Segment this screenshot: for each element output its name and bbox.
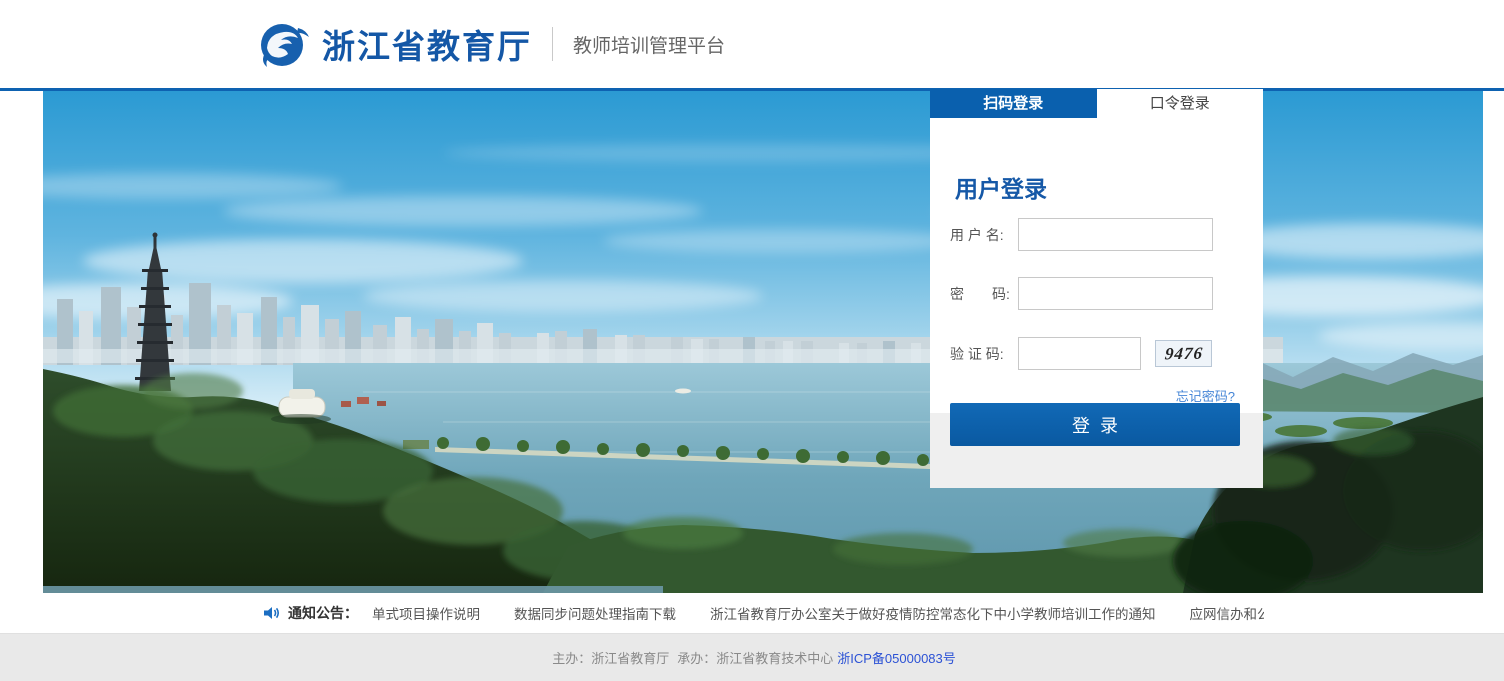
login-tabs: 扫码登录 口令登录 xyxy=(930,89,1263,118)
captcha-code: 9476 xyxy=(1164,343,1204,364)
notice-bar: 通知公告： 单式项目操作说明 数据同步问题处理指南下载 浙江省教育厅办公室关于做… xyxy=(0,593,1504,633)
captcha-image[interactable]: 9476 xyxy=(1155,340,1212,367)
page: 浙江省教育厅 教师培训管理平台 xyxy=(0,0,1504,681)
username-row: 用 户 名: xyxy=(950,218,1213,251)
login-form: 用户登录 用 户 名: 密 码: 验 证 码: 9476 忘记密码? xyxy=(930,118,1263,413)
org-name: 浙江省教育厅 xyxy=(322,20,532,68)
education-dept-logo-icon xyxy=(258,21,310,68)
footer-host: 主办：浙江省教育厅 xyxy=(552,648,669,667)
notice-content: 通知公告： 单式项目操作说明 数据同步问题处理指南下载 浙江省教育厅办公室关于做… xyxy=(264,593,1264,633)
password-input[interactable] xyxy=(1018,277,1213,310)
login-button[interactable]: 登录 xyxy=(950,403,1240,446)
tab-password-login[interactable]: 口令登录 xyxy=(1097,89,1264,118)
notice-link-1[interactable]: 单式项目操作说明 xyxy=(372,603,480,623)
captcha-label: 验 证 码: xyxy=(950,344,1018,364)
notice-link-3[interactable]: 浙江省教育厅办公室关于做好疫情防控常态化下中小学教师培训工作的通知 xyxy=(710,603,1156,623)
brand-divider xyxy=(552,27,553,61)
footer-organizer: 承办：浙江省教育技术中心 xyxy=(677,648,833,667)
platform-name: 教师培训管理平台 xyxy=(573,31,725,58)
notice-link-2[interactable]: 数据同步问题处理指南下载 xyxy=(514,603,676,623)
captcha-input[interactable] xyxy=(1018,337,1141,370)
header: 浙江省教育厅 教师培训管理平台 xyxy=(0,0,1504,88)
brand: 浙江省教育厅 教师培训管理平台 xyxy=(258,0,725,88)
hero-photo xyxy=(43,91,1483,593)
icp-link[interactable]: 浙ICP备05000083号 xyxy=(837,648,956,667)
password-label: 密 码: xyxy=(950,284,1018,304)
login-title: 用户登录 xyxy=(955,170,1047,204)
login-panel: 扫码登录 口令登录 用户登录 用 户 名: 密 码: 验 证 码: 9476 忘… xyxy=(930,89,1263,488)
username-label: 用 户 名: xyxy=(950,225,1018,245)
tab-scan-login[interactable]: 扫码登录 xyxy=(930,89,1097,118)
username-input[interactable] xyxy=(1018,218,1213,251)
captcha-row: 验 证 码: 9476 xyxy=(950,337,1212,370)
notice-link-4[interactable]: 应网信办和公安厅的要求，需要升级 xyxy=(1190,603,1265,623)
password-row: 密 码: xyxy=(950,277,1213,310)
notice-label: 通知公告： xyxy=(288,603,358,623)
page-footer: 主办：浙江省教育厅 承办：浙江省教育技术中心 浙ICP备05000083号 xyxy=(0,633,1504,681)
speaker-icon xyxy=(264,606,280,620)
